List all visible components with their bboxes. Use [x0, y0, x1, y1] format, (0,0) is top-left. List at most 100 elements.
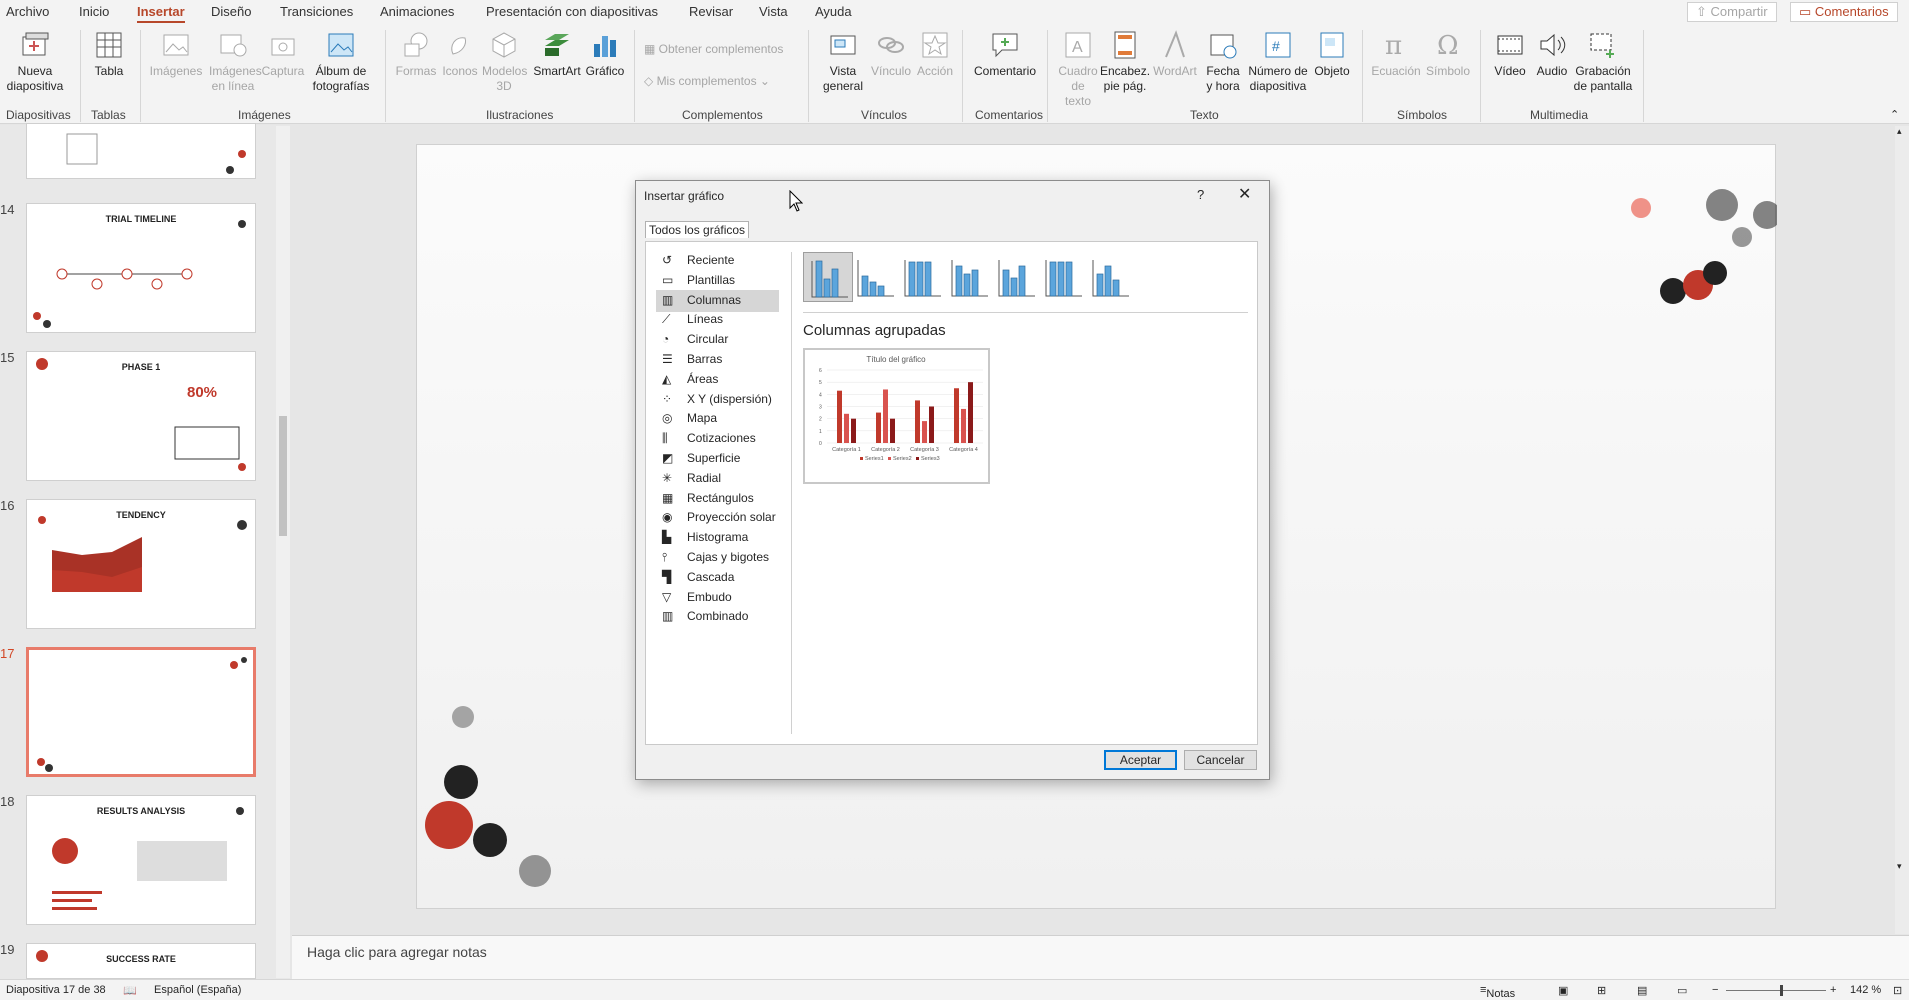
object-button[interactable]: Objeto: [1310, 30, 1354, 79]
get-addins-button[interactable]: ▦ Obtener complementos: [644, 42, 792, 57]
smartart-button[interactable]: SmartArt: [531, 30, 583, 79]
shapes-button[interactable]: Formas: [393, 30, 439, 79]
zoom-out-icon[interactable]: −: [1712, 984, 1718, 996]
chart-category-item[interactable]: ▦ Rectángulos: [656, 488, 779, 510]
slide-thumbnail-17-selected[interactable]: [26, 647, 256, 777]
tab-all-charts[interactable]: Todos los gráficos: [645, 221, 750, 238]
equation-button[interactable]: π Ecuación: [1370, 30, 1422, 79]
symbol-button[interactable]: Ω Símbolo: [1424, 30, 1472, 79]
audio-button[interactable]: Audio: [1532, 30, 1572, 79]
slide-scrollbar[interactable]: ▴ ▾: [1895, 126, 1909, 934]
screen-recording-button[interactable]: Grabación de pantalla: [1573, 30, 1633, 94]
thumbnail-scrollbar[interactable]: [276, 126, 290, 978]
chart-category-item[interactable]: ☰ Barras: [656, 349, 779, 371]
collapse-ribbon-icon[interactable]: ⌃: [1890, 108, 1899, 121]
slideshow-icon[interactable]: ▭: [1677, 984, 1687, 997]
header-footer-button[interactable]: Encabez. pie pág.: [1100, 30, 1150, 94]
slide-thumbnail-13[interactable]: [26, 123, 256, 179]
video-button[interactable]: Vídeo: [1490, 30, 1530, 79]
chart-subtype-option[interactable]: [1085, 252, 1135, 302]
link-button[interactable]: Vínculo: [868, 30, 914, 79]
chart-category-item[interactable]: ⫯ Cajas y bigotes: [656, 547, 779, 569]
zoom-in-icon[interactable]: +: [1830, 984, 1836, 996]
chart-subtype-option[interactable]: [944, 252, 994, 302]
screenshot-button[interactable]: Captura: [260, 30, 306, 79]
icons-button[interactable]: Iconos: [440, 30, 480, 79]
chart-category-item[interactable]: ▥ Columnas: [656, 289, 779, 312]
reading-view-icon[interactable]: ▤: [1637, 984, 1647, 997]
images-button[interactable]: Imágenes: [148, 30, 204, 79]
action-button[interactable]: Acción: [913, 30, 957, 79]
chart-category-item[interactable]: ↺ Reciente: [656, 250, 779, 272]
comment-button[interactable]: Comentario: [970, 30, 1040, 79]
spellcheck-icon[interactable]: 📖: [123, 984, 137, 997]
slide-thumbnail-16[interactable]: TENDENCY: [26, 499, 256, 629]
new-slide-button[interactable]: Nueva diapositiva: [2, 30, 68, 94]
scroll-up-icon[interactable]: ▴: [1897, 126, 1902, 137]
notes-pane[interactable]: Haga clic para agregar notas: [292, 935, 1909, 979]
chart-category-item[interactable]: ▽ Embudo: [656, 587, 779, 609]
tab-diseno[interactable]: Diseño: [211, 4, 251, 19]
comments-button[interactable]: ▭ Comentarios: [1790, 2, 1898, 22]
svg-text:#: #: [1272, 38, 1280, 54]
scroll-down-icon[interactable]: ▾: [1897, 861, 1902, 872]
scrollbar-thumb[interactable]: [279, 416, 287, 536]
chart-category-item[interactable]: ◭ Áreas: [656, 369, 779, 391]
zoom-slider[interactable]: [1726, 990, 1826, 991]
slide-thumbnail-15[interactable]: PHASE 1 80%: [26, 351, 256, 481]
chart-category-item[interactable]: ⁘ X Y (dispersión): [656, 389, 779, 411]
chart-category-item[interactable]: ▙ Histograma: [656, 527, 779, 549]
tab-presentacion[interactable]: Presentación con diapositivas: [486, 4, 658, 19]
tab-archivo[interactable]: Archivo: [6, 4, 49, 19]
normal-view-icon[interactable]: ▣: [1558, 984, 1568, 997]
photo-album-button[interactable]: Álbum de fotografías: [306, 30, 376, 94]
close-icon[interactable]: ✕: [1238, 184, 1251, 204]
zoom-level[interactable]: 142 %: [1850, 984, 1881, 996]
language-label[interactable]: Español (España): [154, 984, 241, 996]
chart-category-item[interactable]: ▥ Combinado: [656, 606, 779, 628]
tab-animaciones[interactable]: Animaciones: [380, 4, 454, 19]
chart-subtype-option[interactable]: [1038, 252, 1088, 302]
notes-toggle[interactable]: ≡ Notas: [1480, 984, 1515, 1000]
tab-insertar[interactable]: Insertar: [137, 4, 185, 23]
zoom-overview-button[interactable]: Vista general: [818, 30, 868, 94]
chart-subtype-option[interactable]: [897, 252, 947, 302]
online-images-button[interactable]: Imágenes en línea: [208, 30, 262, 94]
chart-category-item[interactable]: ◉ Proyección solar: [656, 507, 779, 529]
ok-button[interactable]: Aceptar: [1104, 750, 1177, 770]
chart-category-item[interactable]: ⫼ Cotizaciones: [656, 428, 779, 450]
chart-category-item[interactable]: ⟋ Líneas: [656, 309, 779, 331]
chart-category-item[interactable]: ▜ Cascada: [656, 567, 779, 589]
fit-slide-icon[interactable]: ⊡: [1893, 984, 1902, 997]
3d-models-button[interactable]: Modelos 3D: [481, 30, 527, 94]
cancel-button[interactable]: Cancelar: [1184, 750, 1257, 770]
tab-ayuda[interactable]: Ayuda: [815, 4, 852, 19]
date-time-button[interactable]: Fecha y hora: [1201, 30, 1245, 94]
chart-subtype-option[interactable]: [991, 252, 1041, 302]
chart-category-item[interactable]: ◩ Superficie: [656, 448, 779, 470]
tab-transiciones[interactable]: Transiciones: [280, 4, 353, 19]
tab-revisar[interactable]: Revisar: [689, 4, 733, 19]
chart-category-item[interactable]: ✳ Radial: [656, 468, 779, 490]
notes-placeholder[interactable]: Haga clic para agregar notas: [307, 944, 487, 960]
tab-vista[interactable]: Vista: [759, 4, 788, 19]
tab-inicio[interactable]: Inicio: [79, 4, 109, 19]
slide-sorter-icon[interactable]: ⊞: [1597, 984, 1606, 997]
slide-thumbnail-18[interactable]: RESULTS ANALYSIS: [26, 795, 256, 925]
chart-category-item[interactable]: ◎ Mapa: [656, 408, 779, 430]
wordart-button[interactable]: WordArt: [1153, 30, 1197, 79]
zoom-slider-thumb[interactable]: [1780, 985, 1783, 996]
chart-subtype-option[interactable]: [850, 252, 900, 302]
table-button[interactable]: Tabla: [89, 30, 129, 79]
slide-number-button[interactable]: # Número de diapositiva: [1247, 30, 1309, 94]
chart-subtype-option[interactable]: [803, 252, 853, 302]
chart-category-item[interactable]: ▭ Plantillas: [656, 270, 779, 292]
chart-category-item[interactable]: ◔ Circular: [656, 329, 779, 351]
share-button[interactable]: ⇧ Compartir: [1687, 2, 1777, 22]
chart-button[interactable]: Gráfico: [585, 30, 625, 79]
text-box-button[interactable]: A Cuadro de texto: [1056, 30, 1100, 109]
my-addins-button[interactable]: ◇ Mis complementos ⌄: [644, 74, 792, 89]
slide-thumbnail-14[interactable]: TRIAL TIMELINE: [26, 203, 256, 333]
slide-thumbnail-19[interactable]: SUCCESS RATE: [26, 943, 256, 979]
help-button[interactable]: ?: [1197, 187, 1204, 202]
